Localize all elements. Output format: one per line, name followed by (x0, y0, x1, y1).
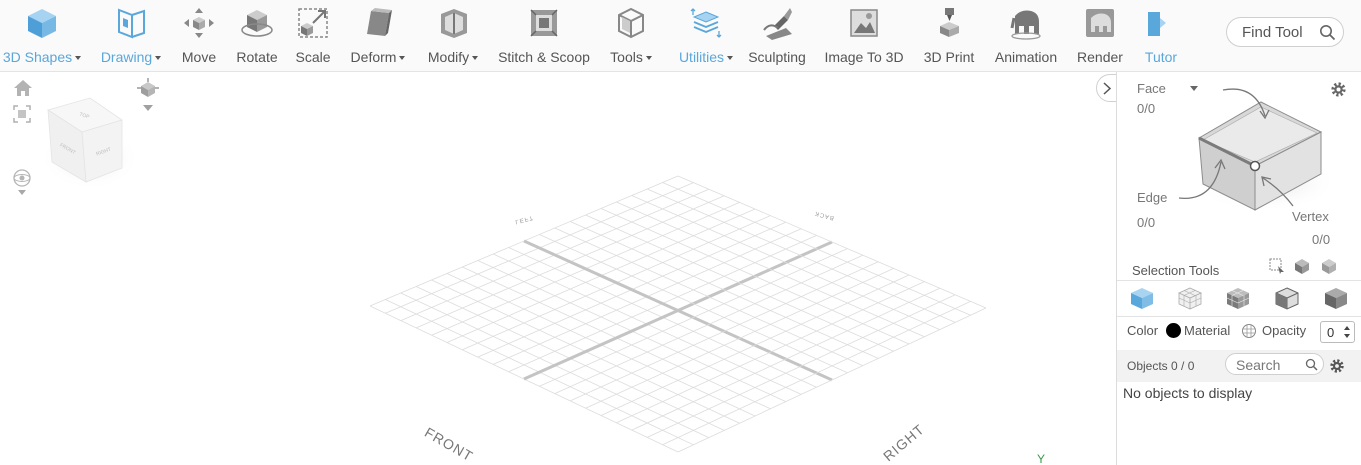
selection-mode-diagram[interactable] (1175, 82, 1345, 218)
3d-viewport[interactable]: TOP FRONT RIGHT FRONT RIGHT LEFT BACK Y (0, 72, 1116, 465)
solid-display-icon[interactable] (1129, 286, 1155, 310)
objects-count-label: Objects 0 / 0 (1127, 359, 1195, 373)
find-tool-placeholder: Find Tool (1242, 24, 1303, 41)
cube-icon (25, 6, 59, 40)
utilities-icon (689, 6, 723, 40)
panel-collapse-button[interactable] (1096, 74, 1118, 102)
y-axis-label: Y (1037, 452, 1046, 465)
opacity-stepper[interactable]: 0 (1320, 321, 1355, 343)
right-panel: Face 0/0 Edge 0/0 Vertex 0/0 Selection T… (1116, 72, 1361, 465)
chevron-right-icon (1103, 82, 1112, 95)
opacity-label: Opacity (1262, 323, 1307, 338)
tool-label: 3D Print (923, 49, 975, 65)
empty-objects-text: No objects to display (1123, 385, 1253, 401)
tool-render[interactable]: Render (1045, 0, 1155, 71)
tool-label: 3D Shapes (2, 49, 73, 65)
flat-display-icon[interactable] (1323, 286, 1349, 310)
select-all-icon[interactable] (1321, 258, 1338, 275)
objects-search-input[interactable]: Search (1225, 353, 1324, 375)
image-to-3d-icon (847, 6, 881, 40)
tools-icon (614, 6, 648, 40)
material-icon[interactable] (1241, 323, 1257, 339)
edge-label: Edge (1137, 190, 1168, 205)
tool-label: Sculpting (748, 49, 806, 65)
solid-wireframe-display-icon[interactable] (1225, 286, 1251, 310)
animation-icon (1009, 6, 1043, 40)
ground-grid (369, 175, 987, 453)
3d-print-icon (932, 6, 966, 40)
edge-count: 0/0 (1137, 215, 1156, 230)
search-icon (1320, 25, 1336, 41)
tool-label: Tutor (1144, 49, 1178, 65)
view-cube[interactable]: TOP FRONT RIGHT (38, 90, 148, 194)
material-label: Material (1184, 323, 1231, 338)
fit-view-icon[interactable] (12, 104, 32, 124)
selection-tools-label: Selection Tools (1132, 263, 1220, 278)
search-icon (1305, 358, 1318, 371)
main-toolbar: 3D Shapes Drawing Move Rotate Scale Deform Mod… (0, 0, 1361, 72)
find-tool-search[interactable]: Find Tool (1226, 17, 1344, 47)
face-label: Face (1137, 81, 1166, 96)
transparent-display-icon[interactable] (1274, 286, 1300, 310)
color-swatch[interactable] (1166, 323, 1181, 338)
objects-settings-gear-icon[interactable] (1328, 357, 1346, 375)
dropdown-caret-icon (472, 55, 479, 60)
wireframe-display-icon[interactable] (1177, 286, 1203, 310)
drawing-icon (114, 6, 148, 40)
opacity-value: 0 (1327, 325, 1335, 340)
tool-label: Deform (350, 49, 397, 65)
orbit-view-icon[interactable] (12, 168, 34, 198)
tool-tutor[interactable]: Tutor (1141, 0, 1181, 71)
tool-label: Utilities (678, 49, 725, 65)
vertex-count: 0/0 (1312, 232, 1331, 247)
modify-icon (436, 6, 470, 40)
tool-label: Modify (427, 49, 470, 65)
tool-label: Tools (610, 49, 643, 65)
sculpting-icon (760, 6, 794, 40)
stepper-arrows-icon[interactable] (1343, 325, 1351, 339)
deform-icon (361, 6, 395, 40)
vertex-label: Vertex (1292, 209, 1329, 224)
box-select-icon[interactable] (1269, 258, 1286, 275)
face-count: 0/0 (1137, 101, 1156, 116)
home-view-icon[interactable] (12, 78, 34, 98)
tool-label: Image To 3D (824, 49, 904, 65)
objects-header: Objects 0 / 0 Search (1117, 350, 1361, 382)
tool-label: Render (1077, 49, 1123, 65)
objects-search-placeholder: Search (1236, 357, 1281, 373)
select-connected-icon[interactable] (1294, 258, 1311, 275)
stitch-scoop-icon (527, 6, 561, 40)
color-label: Color (1127, 323, 1159, 338)
tutor-icon (1144, 6, 1178, 40)
render-icon (1083, 6, 1117, 40)
